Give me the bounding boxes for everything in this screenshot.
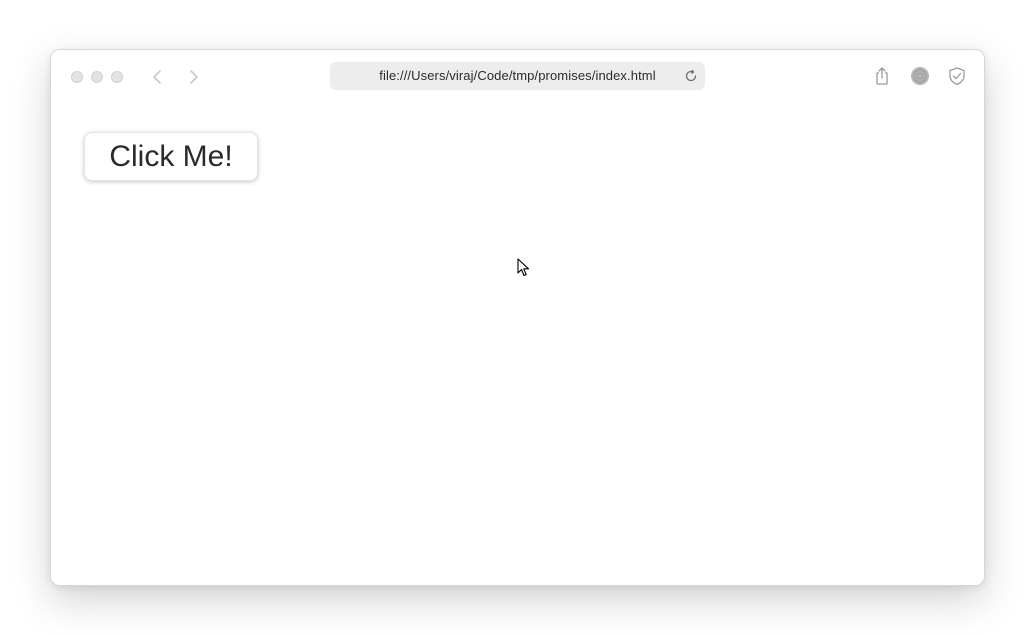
back-button[interactable]: [145, 65, 169, 89]
reload-icon[interactable]: [683, 68, 699, 84]
shield-button[interactable]: [945, 64, 969, 88]
page-content: Click Me!: [51, 102, 984, 585]
zoom-window-button[interactable]: [111, 71, 123, 83]
forward-button[interactable]: [182, 65, 206, 89]
click-me-button[interactable]: Click Me!: [84, 132, 258, 181]
browser-window: file:///Users/viraj/Code/tmp/promises/in…: [50, 49, 985, 586]
address-text[interactable]: file:///Users/viraj/Code/tmp/promises/in…: [330, 62, 705, 90]
extension-icon: [911, 67, 929, 85]
address-bar[interactable]: file:///Users/viraj/Code/tmp/promises/in…: [330, 62, 705, 90]
extension-button[interactable]: [908, 64, 932, 88]
share-button[interactable]: [870, 64, 894, 88]
mouse-pointer-icon: [517, 258, 530, 277]
share-icon: [876, 67, 888, 85]
minimize-window-button[interactable]: [91, 71, 103, 83]
chevron-left-icon: [153, 70, 161, 84]
shield-icon: [949, 67, 965, 86]
chevron-right-icon: [190, 70, 198, 84]
browser-toolbar: file:///Users/viraj/Code/tmp/promises/in…: [51, 50, 984, 102]
close-window-button[interactable]: [71, 71, 83, 83]
